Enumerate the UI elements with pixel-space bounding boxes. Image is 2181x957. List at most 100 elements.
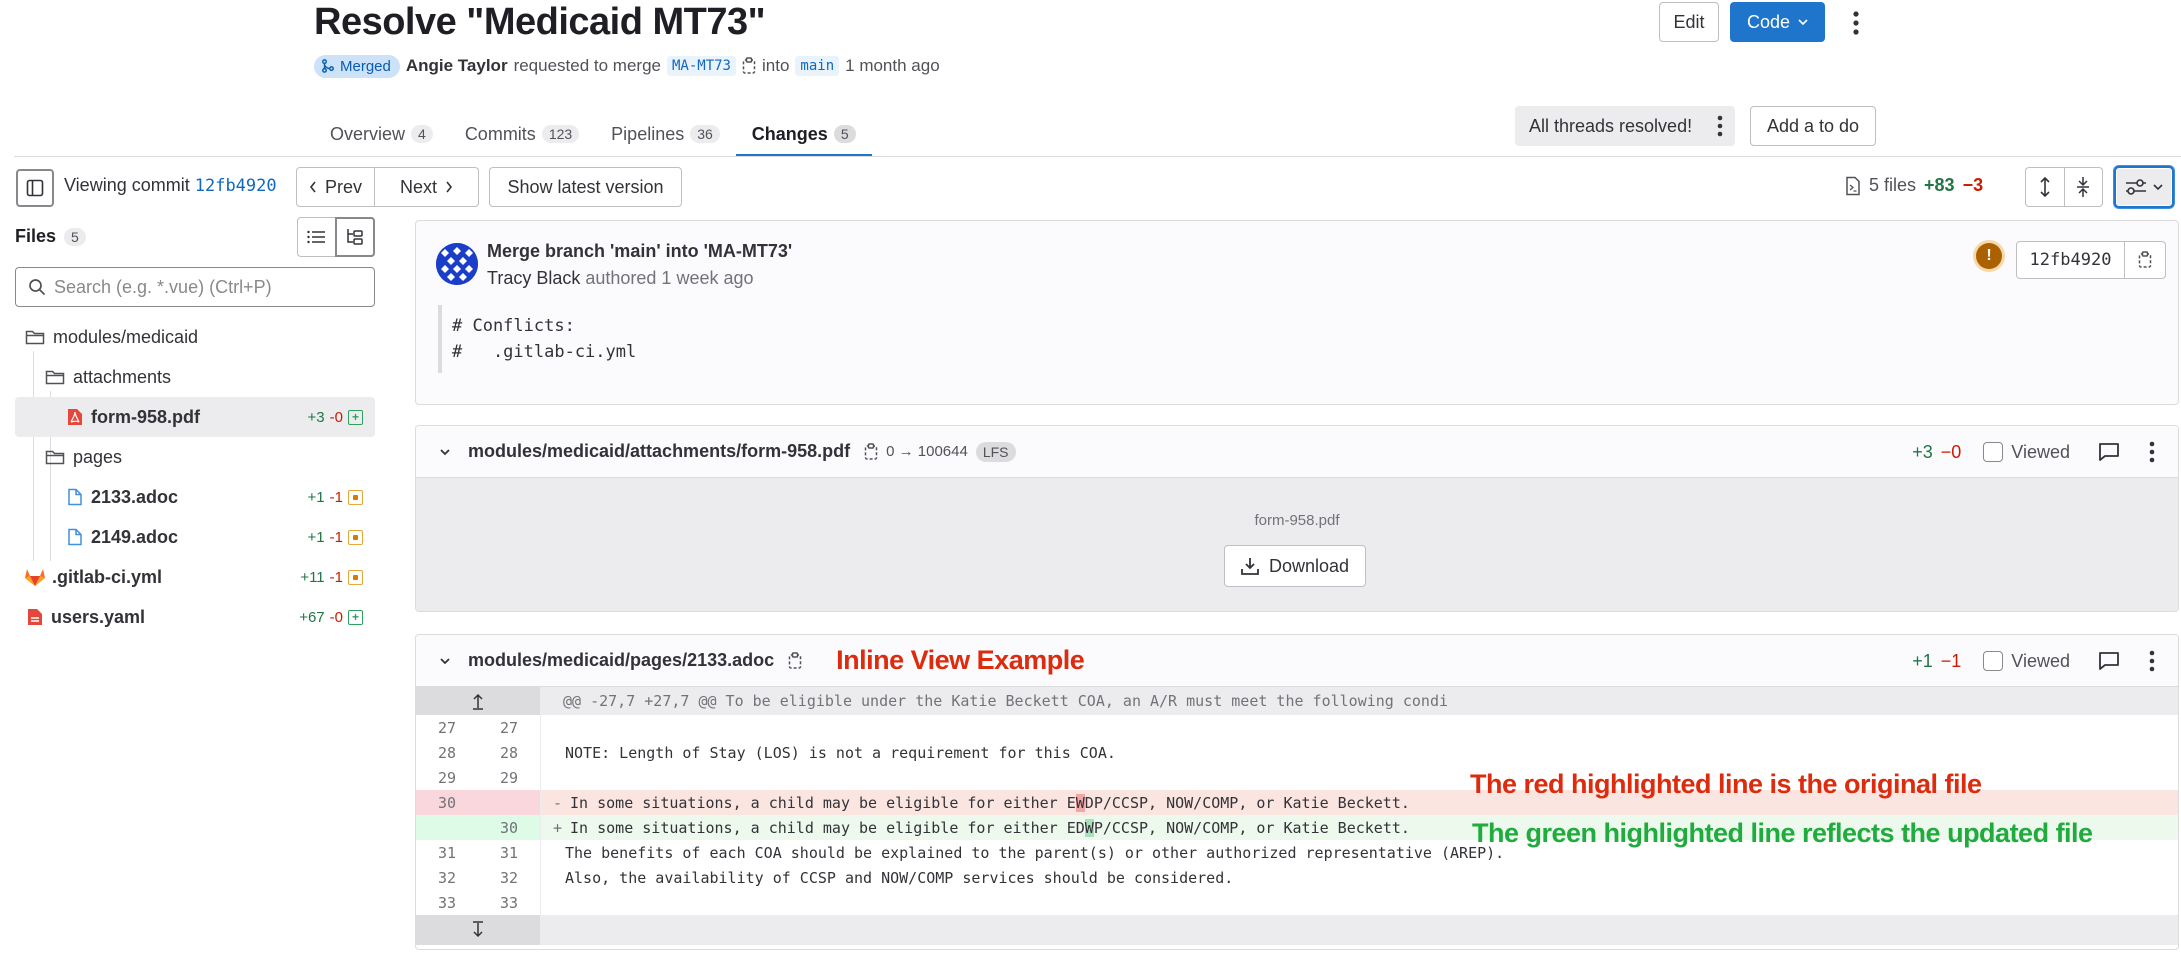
old-line-number[interactable]: 33 — [416, 894, 478, 912]
expand-down-button[interactable] — [416, 915, 541, 945]
comment-icon[interactable] — [2098, 651, 2120, 671]
mr-meta: Merged Angie Taylor requested to merge M… — [314, 53, 940, 79]
diff-line-content: NOTE: Length of Stay (LOS) is not a requ… — [541, 744, 1116, 762]
old-line-number[interactable]: 27 — [416, 719, 478, 737]
viewed-label[interactable]: Viewed — [2011, 442, 2070, 463]
total-deletions: −3 — [1962, 175, 1984, 195]
folder-icon — [25, 330, 45, 345]
author-avatar[interactable] — [436, 243, 478, 285]
more-actions-icon[interactable] — [1844, 8, 1868, 38]
new-line-number[interactable]: 33 — [478, 894, 540, 912]
list-view-button[interactable] — [298, 218, 336, 256]
old-line-number[interactable]: 29 — [416, 769, 478, 787]
file-added-icon: + — [348, 409, 363, 425]
preferences-icon — [2126, 179, 2146, 195]
next-commit-button[interactable]: Next — [375, 168, 478, 206]
source-branch[interactable]: MA-MT73 — [666, 56, 736, 76]
prev-commit-button[interactable]: Prev — [297, 168, 375, 206]
document-icon — [68, 488, 82, 506]
copy-path-icon[interactable] — [864, 442, 878, 461]
tree-folder-medicaid[interactable]: modules/medicaid — [15, 317, 375, 357]
tree-folder-attachments[interactable]: attachments — [15, 357, 375, 397]
file-search-field[interactable] — [15, 267, 375, 307]
file-deletions: -1 — [329, 488, 343, 506]
file-name: users.yaml — [51, 606, 146, 627]
copy-path-icon[interactable] — [788, 651, 802, 670]
file-more-icon[interactable] — [2148, 649, 2156, 673]
commit-author[interactable]: Tracy Black — [487, 268, 580, 288]
tree-file-2133[interactable]: 2133.adoc +1 -1 — [15, 477, 375, 517]
mr-author[interactable]: Angie Taylor — [406, 56, 508, 76]
tree-folder-pages[interactable]: pages — [15, 437, 375, 477]
tree-file-form-958[interactable]: form-958.pdf +3 -0 + — [15, 397, 375, 437]
line-text: In some situations, a child may be eligi… — [570, 793, 1076, 812]
line-text — [553, 769, 565, 787]
pipeline-warning-icon[interactable]: ! — [1976, 243, 2002, 269]
add-todo-button[interactable]: Add a to do — [1750, 106, 1876, 146]
merge-icon — [322, 59, 334, 73]
minus-sign: - — [553, 793, 563, 812]
tree-file-gitlab-ci[interactable]: .gitlab-ci.yml +11 -1 — [15, 557, 375, 597]
threads-more-icon[interactable] — [1715, 114, 1725, 138]
viewed-label[interactable]: Viewed — [2011, 651, 2070, 672]
file-stats: +1 -1 — [308, 529, 363, 546]
file-more-icon[interactable] — [2148, 440, 2156, 464]
code-dropdown-button[interactable]: Code — [1730, 2, 1825, 42]
toggle-file-browser-button[interactable] — [16, 169, 54, 207]
copy-sha-button[interactable] — [2125, 242, 2165, 278]
collapse-all-button[interactable] — [2065, 168, 2103, 206]
files-count-badge: 5 — [64, 227, 86, 246]
new-line-number[interactable]: 30 — [478, 819, 540, 837]
chevron-down-icon[interactable] — [438, 447, 452, 457]
commit-sha[interactable]: 12fb4920 — [2017, 242, 2125, 278]
edit-button[interactable]: Edit — [1659, 2, 1719, 42]
new-line-number[interactable]: 27 — [478, 719, 540, 737]
file-search-input[interactable] — [54, 276, 354, 298]
diff-line: 33 33 — [416, 890, 2178, 915]
file-added-icon: + — [348, 609, 363, 625]
expand-up-button[interactable] — [416, 687, 541, 715]
old-line-number[interactable]: 28 — [416, 744, 478, 762]
diff-file-header: modules/medicaid/pages/2133.adoc Inline … — [416, 635, 2178, 687]
tree-file-users-yaml[interactable]: users.yaml +67 -0 + — [15, 597, 375, 637]
copy-branch-icon[interactable] — [742, 57, 756, 75]
tab-overview[interactable]: Overview 4 — [314, 112, 449, 156]
status-badge: Merged — [314, 54, 400, 78]
show-latest-version-button[interactable]: Show latest version — [489, 167, 682, 207]
diff-file-path[interactable]: modules/medicaid/attachments/form-958.pd… — [468, 441, 850, 462]
commit-sha-link[interactable]: 12fb4920 — [195, 176, 277, 196]
chevron-down-icon[interactable] — [438, 656, 452, 666]
expand-down-icon — [473, 921, 483, 938]
commit-title[interactable]: Merge branch 'main' into 'MA-MT73' — [487, 241, 792, 262]
old-line-number[interactable]: 31 — [416, 844, 478, 862]
diff-file-path[interactable]: modules/medicaid/pages/2133.adoc — [468, 650, 774, 671]
commit-navigation: Prev Next — [296, 167, 479, 207]
tree-view-button[interactable] — [334, 217, 375, 257]
mr-action: requested to merge — [513, 56, 661, 75]
file-stats: +67 -0 + — [299, 609, 363, 626]
new-line-number[interactable]: 29 — [478, 769, 540, 787]
diff-settings-button[interactable] — [2114, 166, 2174, 208]
viewed-checkbox[interactable] — [1983, 442, 2004, 462]
tab-commits[interactable]: Commits 123 — [449, 112, 595, 156]
green-line-annotation: The green highlighted line reflects the … — [1472, 818, 2093, 848]
line-text: Also, the availability of CCSP and NOW/C… — [565, 868, 1234, 887]
commit-description: # Conflicts: # .gitlab-ci.yml — [438, 305, 636, 373]
target-branch[interactable]: main — [795, 56, 840, 76]
tab-pipelines[interactable]: Pipelines 36 — [595, 112, 736, 156]
new-line-number[interactable]: 31 — [478, 844, 540, 862]
new-line-number[interactable]: 32 — [478, 869, 540, 887]
tree-file-2149[interactable]: 2149.adoc +1 -1 — [15, 517, 375, 557]
download-button[interactable]: Download — [1224, 545, 1366, 587]
old-line-number[interactable]: 30 — [416, 794, 478, 812]
new-line-number[interactable]: 28 — [478, 744, 540, 762]
inline-view-annotation: Inline View Example — [836, 645, 1085, 675]
expand-all-button[interactable] — [2026, 168, 2065, 206]
comment-icon[interactable] — [2098, 442, 2120, 462]
red-line-annotation: The red highlighted line is the original… — [1470, 769, 1982, 799]
chevron-down-icon — [1798, 18, 1808, 25]
viewed-checkbox[interactable] — [1983, 651, 2004, 671]
tab-changes[interactable]: Changes 5 — [735, 112, 872, 157]
file-additions: +1 — [307, 488, 325, 506]
old-line-number[interactable]: 32 — [416, 869, 478, 887]
